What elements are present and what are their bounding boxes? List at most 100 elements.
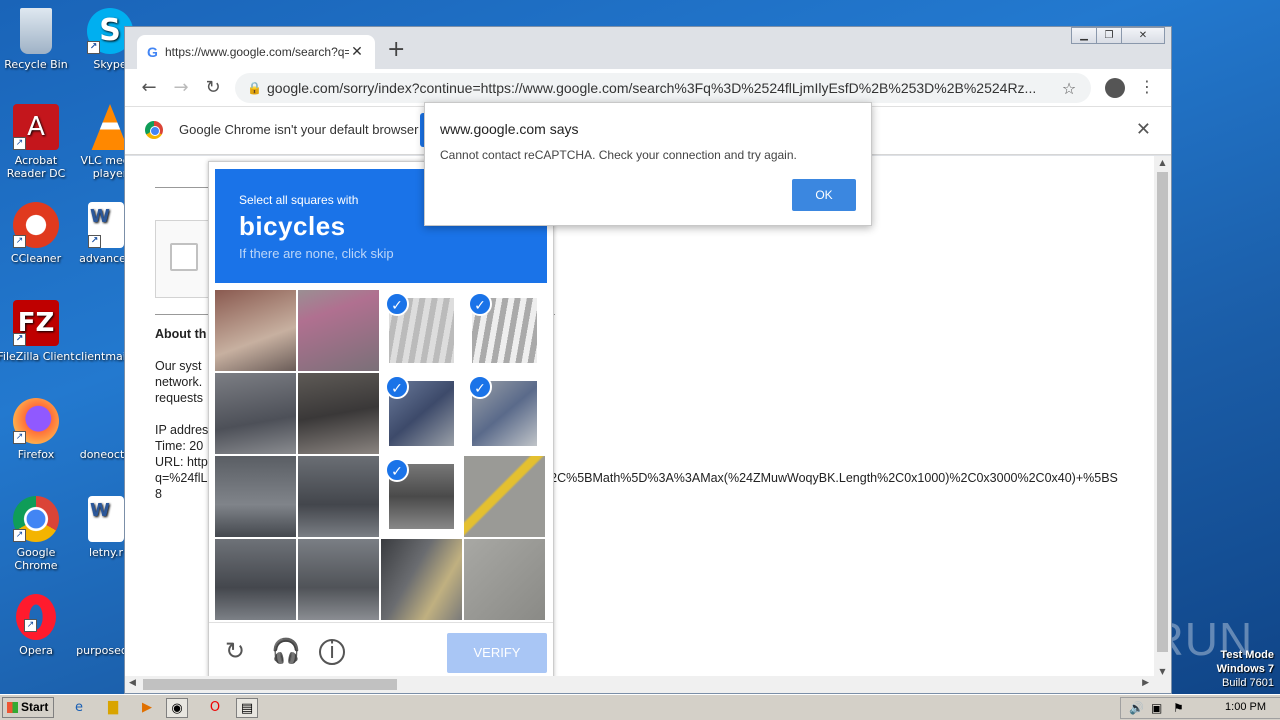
- body-text-line: requests: [155, 391, 203, 405]
- captcha-tile-image: [464, 539, 545, 620]
- reload-icon[interactable]: ↻: [197, 77, 229, 98]
- about-heading: About th: [155, 327, 207, 341]
- firefox-icon: ↗: [13, 398, 59, 444]
- info-icon[interactable]: i: [319, 639, 345, 665]
- new-tab-button[interactable]: +: [387, 39, 405, 61]
- captcha-tile[interactable]: ✓: [381, 456, 462, 537]
- filezilla-icon: FZ ↗: [13, 300, 59, 346]
- taskbar: Start e ▇ ▶ ◉ O ▤ 🔊 ▣ ⚑ 1:00 PM: [0, 694, 1280, 720]
- captcha-tile[interactable]: ✓: [381, 290, 462, 371]
- captcha-tile-image: [215, 290, 296, 371]
- captcha-tile[interactable]: [464, 456, 545, 537]
- captcha-tile[interactable]: [298, 539, 379, 620]
- captcha-tile[interactable]: [298, 456, 379, 537]
- challenge-footer: ↻ 🎧 i VERIFY: [209, 622, 553, 678]
- forward-arrow-icon[interactable]: →: [165, 77, 197, 98]
- recaptcha-checkbox-widget: [155, 220, 215, 298]
- selected-check-icon: ✓: [468, 375, 492, 399]
- url-text[interactable]: google.com/sorry/index?continue=https://…: [267, 80, 1059, 96]
- window-close-button[interactable]: ✕: [1121, 27, 1165, 44]
- alert-message: Cannot contact reCAPTCHA. Check your con…: [440, 148, 797, 162]
- captcha-tile-image: [298, 539, 379, 620]
- info-line: q=%24flL: [155, 471, 208, 485]
- captcha-tile[interactable]: [215, 539, 296, 620]
- ie-icon[interactable]: e: [68, 698, 90, 718]
- page-content: About th Our syst network. requests IP a…: [125, 156, 1155, 678]
- scroll-left-arrow-icon[interactable]: ◀: [129, 678, 136, 688]
- recaptcha-checkbox[interactable]: [170, 243, 198, 271]
- speaker-icon[interactable]: 🔊: [1129, 701, 1144, 715]
- start-button[interactable]: Start: [2, 697, 54, 718]
- desktop-icon-acrobat[interactable]: A ↗ Acrobat Reader DC: [0, 104, 76, 180]
- network-icon[interactable]: ▣: [1151, 701, 1162, 715]
- restore-button[interactable]: ❐: [1096, 27, 1122, 44]
- scroll-thumb[interactable]: [1157, 172, 1168, 652]
- body-text-line: Our syst: [155, 359, 202, 373]
- recaptcha-challenge: Select all squares with bicycles If ther…: [208, 161, 554, 678]
- chrome-taskbar-icon[interactable]: ◉: [166, 698, 188, 718]
- back-arrow-icon[interactable]: ←: [133, 77, 165, 98]
- captcha-tile[interactable]: ✓: [464, 373, 545, 454]
- captcha-tile[interactable]: ✓: [381, 373, 462, 454]
- captcha-tile[interactable]: [215, 290, 296, 371]
- scroll-up-arrow-icon[interactable]: ▲: [1154, 158, 1171, 167]
- desktop-icon-ccleaner[interactable]: ↗ CCleaner: [0, 202, 76, 265]
- word-document-icon: W: [88, 496, 124, 542]
- body-text-line: network.: [155, 375, 203, 389]
- selected-check-icon: ✓: [385, 375, 409, 399]
- infobar-close-icon[interactable]: ✕: [1136, 119, 1151, 140]
- bookmark-star-icon[interactable]: ☆: [1059, 79, 1079, 98]
- captcha-tile-image: [215, 373, 296, 454]
- reload-challenge-icon[interactable]: ↻: [225, 639, 245, 663]
- clock[interactable]: 1:00 PM: [1225, 701, 1266, 713]
- captcha-tile-image: [298, 290, 379, 371]
- acrobat-icon: A ↗: [13, 104, 59, 150]
- captcha-tile[interactable]: ✓: [464, 290, 545, 371]
- recycle-bin-icon: [20, 8, 52, 54]
- desktop-icon-chrome[interactable]: ↗ Google Chrome: [0, 496, 76, 572]
- kebab-menu-icon[interactable]: ⋮: [1139, 77, 1155, 96]
- captcha-tile[interactable]: [215, 373, 296, 454]
- notepad-taskbar-icon[interactable]: ▤: [236, 698, 258, 718]
- captcha-tile[interactable]: [298, 373, 379, 454]
- captcha-tile[interactable]: [298, 290, 379, 371]
- divider: [155, 187, 209, 188]
- captcha-tile-image: [298, 373, 379, 454]
- audio-challenge-icon[interactable]: 🎧: [271, 639, 301, 663]
- media-player-icon[interactable]: ▶: [136, 698, 158, 718]
- blank-file-icon: [79, 398, 125, 444]
- test-mode-notice: Test Mode Windows 7 Build 7601: [1216, 649, 1274, 689]
- ccleaner-icon: ↗: [13, 202, 59, 248]
- captcha-tile[interactable]: [464, 539, 545, 620]
- selected-check-icon: ✓: [468, 292, 492, 316]
- image-grid: ✓ ✓ ✓ ✓ ✓: [215, 290, 547, 622]
- ok-button[interactable]: OK: [792, 179, 856, 211]
- info-line: IP addres: [155, 423, 209, 437]
- info-line: Time: 20: [155, 439, 204, 453]
- tab-close-icon[interactable]: ✕: [349, 44, 365, 60]
- info-line: 8: [155, 487, 162, 501]
- browser-tab[interactable]: G https://www.google.com/search?q= ✕: [137, 35, 375, 69]
- captcha-tile[interactable]: [381, 539, 462, 620]
- chrome-icon: ↗: [13, 496, 59, 542]
- word-document-icon: W ↗: [88, 202, 124, 248]
- captcha-tile[interactable]: [215, 456, 296, 537]
- google-favicon: G: [147, 44, 158, 60]
- explorer-folder-icon[interactable]: ▇: [102, 698, 124, 718]
- profile-avatar-icon[interactable]: [1105, 78, 1125, 98]
- captcha-tile-image: [298, 456, 379, 537]
- vertical-scrollbar[interactable]: ▲ ▼: [1154, 156, 1171, 678]
- horizontal-scrollbar[interactable]: ◀ ▶: [125, 676, 1171, 693]
- captcha-tile-image: [381, 539, 462, 620]
- verify-button[interactable]: VERIFY: [447, 633, 547, 673]
- minimize-button[interactable]: ▁: [1071, 27, 1097, 44]
- horizontal-scroll-thumb[interactable]: [143, 679, 397, 690]
- scroll-right-arrow-icon[interactable]: ▶: [1142, 678, 1149, 688]
- flag-icon[interactable]: ⚑: [1173, 701, 1184, 715]
- scroll-down-arrow-icon[interactable]: ▼: [1154, 667, 1171, 676]
- opera-taskbar-icon[interactable]: O: [204, 698, 226, 718]
- system-tray: 🔊 ▣ ⚑ 1:00 PM: [1120, 697, 1280, 719]
- address-bar[interactable]: 🔒 google.com/sorry/index?continue=https:…: [235, 73, 1091, 103]
- javascript-alert-dialog: www.google.com says Cannot contact reCAP…: [424, 102, 872, 226]
- desktop-icon-recycle-bin[interactable]: Recycle Bin: [0, 8, 76, 71]
